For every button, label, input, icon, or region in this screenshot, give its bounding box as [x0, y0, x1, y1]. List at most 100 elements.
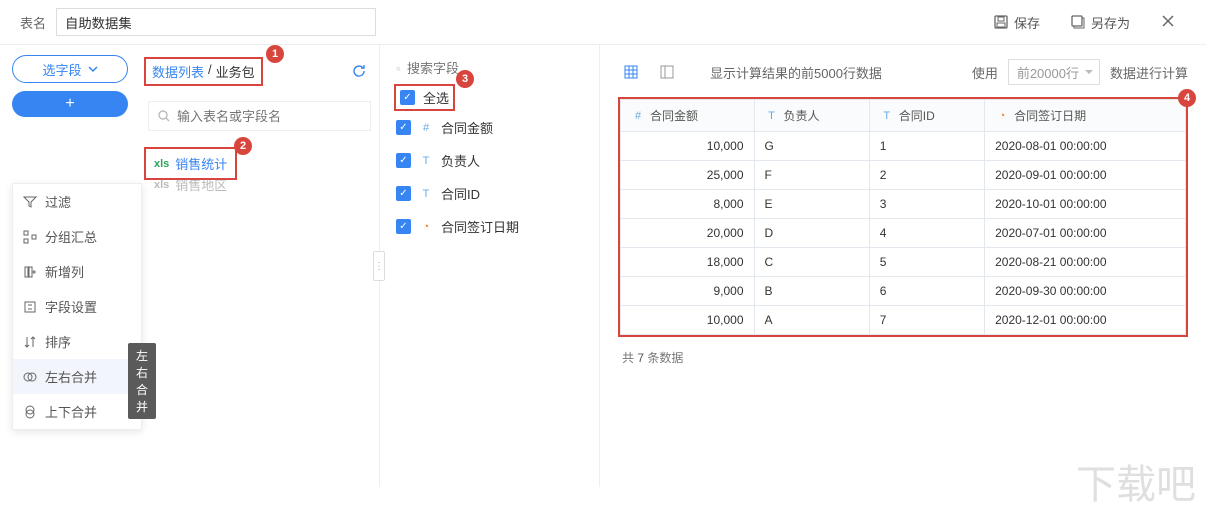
plus-icon: +	[65, 95, 74, 113]
header-bar: 表名 保存 另存为	[0, 0, 1206, 45]
cell-date: 2020-09-01 00:00:00	[985, 161, 1186, 190]
text-icon: T	[419, 155, 433, 167]
field-row-owner[interactable]: ✓ T 负责人	[392, 144, 587, 177]
close-button[interactable]	[1150, 9, 1186, 36]
calc-label: 数据进行计算	[1110, 63, 1188, 82]
text-icon: T	[765, 110, 779, 122]
list-view-button[interactable]	[654, 60, 680, 84]
field-row-amount[interactable]: ✓ # 合同金额	[392, 111, 587, 144]
preview-table: #合同金额 T负责人 T合同ID ◔合同签订日期 10,000G12020-08…	[620, 99, 1186, 335]
table-row[interactable]: 18,000C52020-08-21 00:00:00	[621, 248, 1186, 277]
table-row[interactable]: 10,000G12020-08-01 00:00:00	[621, 132, 1186, 161]
cell-amount: 18,000	[621, 248, 755, 277]
info-text: 显示计算结果的前5000行数据	[710, 63, 882, 82]
col-header-id[interactable]: T合同ID	[869, 100, 984, 132]
badge-2: 2	[234, 137, 252, 155]
ljoin-icon	[23, 370, 37, 384]
text-icon: T	[880, 110, 894, 122]
table-row[interactable]: 20,000D42020-07-01 00:00:00	[621, 219, 1186, 248]
op-fieldset[interactable]: 字段设置	[13, 289, 141, 324]
checkbox-all[interactable]: ✓	[400, 90, 415, 105]
table-row[interactable]: 10,000A72020-12-01 00:00:00	[621, 306, 1186, 335]
save-as-button[interactable]: 另存为	[1060, 9, 1140, 36]
checkbox[interactable]: ✓	[396, 186, 411, 201]
table-row[interactable]: 9,000B62020-09-30 00:00:00	[621, 277, 1186, 306]
cell-id: 4	[869, 219, 984, 248]
cell-date: 2020-12-01 00:00:00	[985, 306, 1186, 335]
operation-menu: 过滤 分组汇总 新增列 字段设置 排序 左右合并	[12, 183, 142, 430]
op-left-right-join[interactable]: 左右合并	[13, 359, 141, 394]
cell-id: 3	[869, 190, 984, 219]
refresh-button[interactable]	[351, 63, 367, 82]
left-panel: 选字段 + 过滤 分组汇总 新增列 字段设置 排序	[0, 45, 140, 487]
cell-owner: F	[754, 161, 869, 190]
table-row[interactable]: 8,000E32020-10-01 00:00:00	[621, 190, 1186, 219]
source-search[interactable]	[148, 101, 371, 131]
cell-id: 7	[869, 306, 984, 335]
tab-business-pkg[interactable]: 业务包	[216, 62, 255, 81]
chevron-down-icon	[88, 64, 98, 74]
table-row[interactable]: 25,000F22020-09-01 00:00:00	[621, 161, 1186, 190]
op-newcol[interactable]: 新增列	[13, 254, 141, 289]
search-icon	[396, 62, 401, 76]
op-group[interactable]: 分组汇总	[13, 219, 141, 254]
close-icon	[1160, 13, 1176, 29]
preview-toolbar: 显示计算结果的前5000行数据 使用 前20000行 数据进行计算	[618, 55, 1188, 89]
col-header-owner[interactable]: T负责人	[754, 100, 869, 132]
tooltip-ljoin: 左右合并	[128, 343, 156, 419]
cell-id: 5	[869, 248, 984, 277]
newcol-icon	[23, 265, 37, 279]
source-item-1[interactable]: xls 销售统计	[152, 152, 229, 175]
save-as-icon	[1070, 14, 1086, 30]
select-field-button[interactable]: 选字段	[12, 55, 128, 83]
badge-1: 1	[266, 45, 284, 63]
field-row-date[interactable]: ✓ ◔ 合同签订日期	[392, 210, 587, 243]
badge-3: 3	[456, 70, 474, 88]
field-row-id[interactable]: ✓ T 合同ID	[392, 177, 587, 210]
table-name-input[interactable]	[56, 8, 376, 36]
highlight-box-2: xls 销售统计	[144, 147, 237, 180]
op-top-bottom-join[interactable]: 上下合并	[13, 394, 141, 429]
col-header-date[interactable]: ◔合同签订日期	[985, 100, 1186, 132]
source-search-input[interactable]	[177, 109, 362, 124]
cell-date: 2020-08-21 00:00:00	[985, 248, 1186, 277]
cell-amount: 9,000	[621, 277, 755, 306]
row-count: 共 7 条数据	[618, 337, 1188, 378]
tab-data-list[interactable]: 数据列表	[152, 62, 204, 81]
group-icon	[23, 230, 37, 244]
xls-icon: xls	[154, 179, 169, 191]
cell-owner: D	[754, 219, 869, 248]
highlight-box-4: 4 #合同金额 T负责人 T合同ID ◔合同签订日期 10,000G12020-…	[618, 97, 1188, 337]
checkbox[interactable]: ✓	[396, 153, 411, 168]
badge-4: 4	[1178, 89, 1196, 107]
resize-handle[interactable]: ⋮	[373, 251, 385, 281]
checkbox[interactable]: ✓	[396, 219, 411, 234]
text-icon: T	[419, 188, 433, 200]
op-filter[interactable]: 过滤	[13, 184, 141, 219]
time-icon: ◔	[995, 110, 1009, 122]
grid-icon	[623, 64, 639, 80]
cell-date: 2020-10-01 00:00:00	[985, 190, 1186, 219]
grid-view-button[interactable]	[618, 60, 644, 84]
op-sort[interactable]: 排序	[13, 324, 141, 359]
number-icon: #	[419, 122, 433, 134]
fields-panel: ✓ 全选 3 ✓ # 合同金额 ✓ T 负责人 ✓ T 合同ID ✓ ◔ 合同签…	[380, 45, 600, 487]
vjoin-icon	[23, 405, 37, 419]
add-button[interactable]: +	[12, 91, 128, 117]
col-header-amount[interactable]: #合同金额	[621, 100, 755, 132]
table-header-row: #合同金额 T负责人 T合同ID ◔合同签订日期	[621, 100, 1186, 132]
field-search[interactable]	[392, 55, 587, 82]
checkbox[interactable]: ✓	[396, 120, 411, 135]
cell-amount: 10,000	[621, 306, 755, 335]
field-search-input[interactable]	[407, 61, 583, 76]
cell-id: 1	[869, 132, 984, 161]
number-icon: #	[631, 110, 645, 122]
highlight-box-1: 数据列表/业务包	[144, 57, 263, 86]
save-button[interactable]: 保存	[983, 9, 1050, 36]
cell-owner: A	[754, 306, 869, 335]
cell-date: 2020-08-01 00:00:00	[985, 132, 1186, 161]
cell-date: 2020-09-30 00:00:00	[985, 277, 1186, 306]
rows-select[interactable]: 前20000行	[1008, 59, 1100, 85]
source-panel: 数据列表/业务包 1 xls 销售统计 2 xls 销售地区 ⋮	[140, 45, 380, 487]
cell-owner: E	[754, 190, 869, 219]
